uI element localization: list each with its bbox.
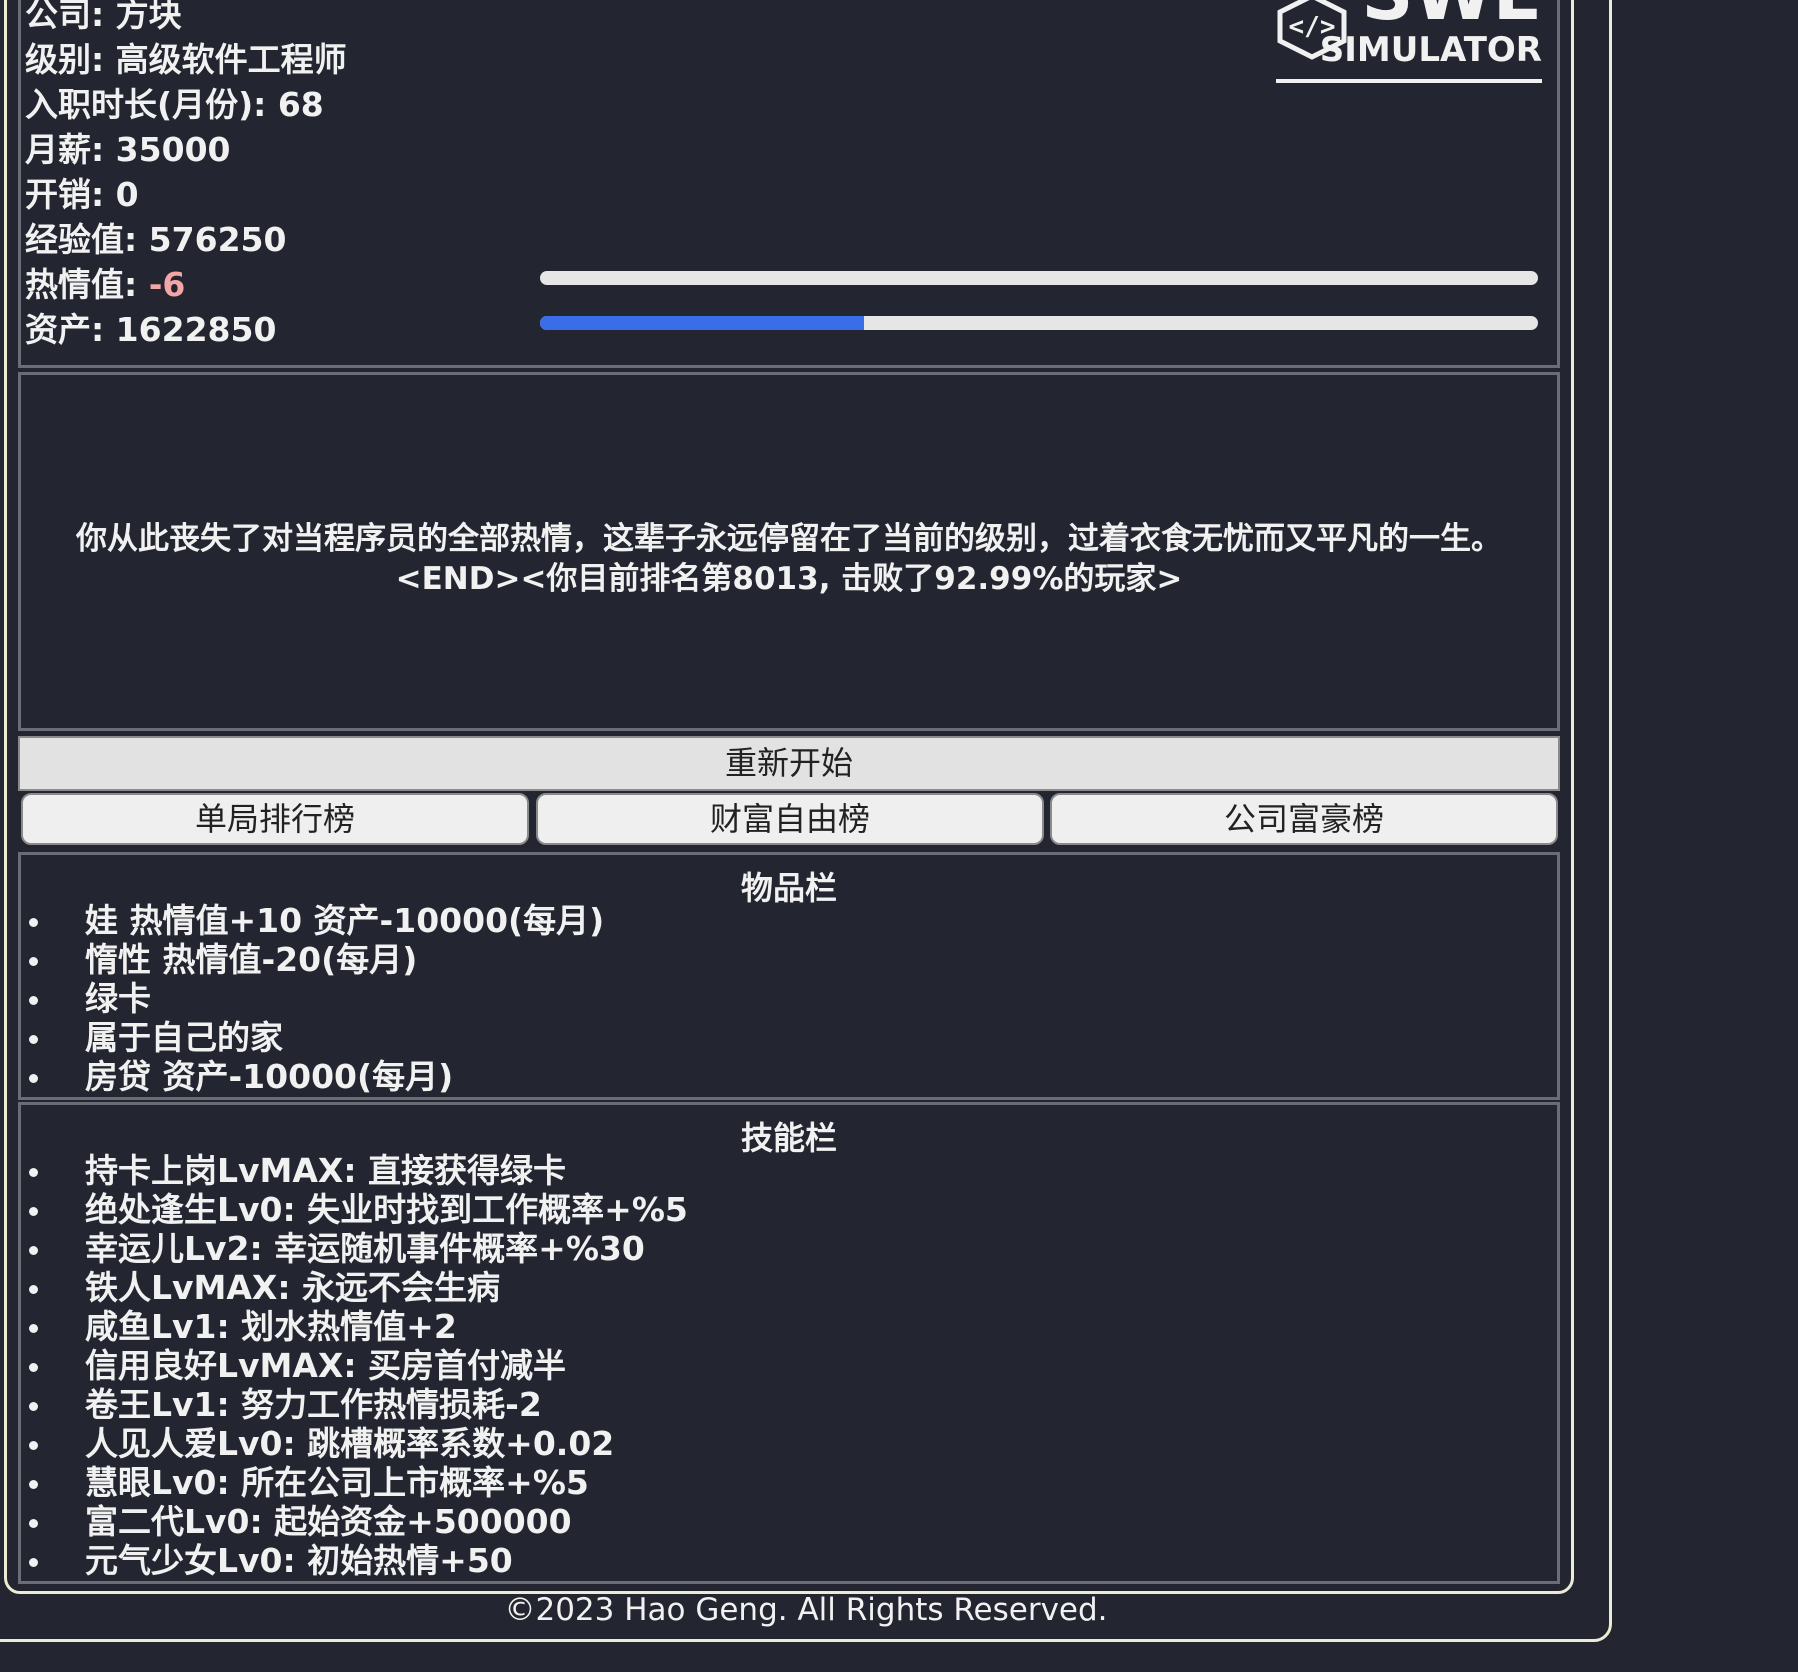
passion-value: -6 <box>148 265 186 304</box>
list-item: 咸鱼Lv1: 划水热情值+2 <box>21 1307 688 1346</box>
restart-button[interactable]: 重新开始 <box>18 736 1560 791</box>
assets-stat: 资产: 1622850 <box>25 310 277 349</box>
skills-panel: 技能栏 持卡上岗LvMAX: 直接获得绿卡 绝处逢生Lv0: 失业时找到工作概率… <box>18 1102 1560 1584</box>
items-list: 娃 热情值+10 资产-10000(每月) 惰性 热情值-20(每月) 绿卡 属… <box>21 901 604 1096</box>
level-stat: 级别: 高级软件工程师 <box>25 40 347 79</box>
list-item: 卷王Lv1: 努力工作热情损耗-2 <box>21 1385 688 1424</box>
list-item: 绿卡 <box>21 979 604 1018</box>
salary-stat: 月薪: 35000 <box>25 130 231 169</box>
list-item: 富二代Lv0: 起始资金+500000 <box>21 1502 688 1541</box>
copyright-footer: ©2023 Hao Geng. All Rights Reserved. <box>504 1592 1108 1628</box>
list-item: 持卡上岗LvMAX: 直接获得绿卡 <box>21 1151 688 1190</box>
list-item: 人见人爱Lv0: 跳槽概率系数+0.02 <box>21 1424 688 1463</box>
assets-bar <box>540 316 1538 330</box>
skills-list: 持卡上岗LvMAX: 直接获得绿卡 绝处逢生Lv0: 失业时找到工作概率+%5 … <box>21 1151 688 1580</box>
expense-stat: 开销: 0 <box>25 175 139 214</box>
passion-label: 热情值: <box>25 265 149 304</box>
list-item: 元气少女Lv0: 初始热情+50 <box>21 1541 688 1580</box>
list-item: 娃 热情值+10 资产-10000(每月) <box>21 901 604 940</box>
list-item: 惰性 热情值-20(每月) <box>21 940 604 979</box>
passion-bar <box>540 271 1538 285</box>
list-item: 绝处逢生Lv0: 失业时找到工作概率+%5 <box>21 1190 688 1229</box>
swe-simulator-logo: </> SWE SIMULATOR <box>1276 0 1542 83</box>
wealth-rank-button[interactable]: 财富自由榜 <box>536 793 1044 845</box>
tenure-stat: 入职时长(月份): 68 <box>25 85 324 124</box>
company-stat: 公司: 方块 <box>25 0 182 34</box>
message-panel: 你从此丧失了对当程序员的全部热情，这辈子永远停留在了当前的级别，过着衣食无忧而又… <box>18 372 1560 731</box>
end-message: 你从此丧失了对当程序员的全部热情，这辈子永远停留在了当前的级别，过着衣食无忧而又… <box>76 521 1502 557</box>
single-rank-button[interactable]: 单局排行榜 <box>21 793 529 845</box>
list-item: 铁人LvMAX: 永远不会生病 <box>21 1268 688 1307</box>
stats-panel: 公司: 方块 级别: 高级软件工程师 入职时长(月份): 68 月薪: 3500… <box>18 0 1560 368</box>
list-item: 慧眼Lv0: 所在公司上市概率+%5 <box>21 1463 688 1502</box>
ranking-message: <END><你目前排名第8013, 击败了92.99%的玩家> <box>395 561 1183 597</box>
list-item: 房贷 资产-10000(每月) <box>21 1057 604 1096</box>
list-item: 属于自己的家 <box>21 1018 604 1057</box>
items-panel: 物品栏 娃 热情值+10 资产-10000(每月) 惰性 热情值-20(每月) … <box>18 852 1560 1100</box>
logo-subtitle: SIMULATOR <box>1320 30 1542 70</box>
assets-bar-fill <box>540 316 865 330</box>
logo-underline <box>1276 79 1542 83</box>
list-item: 幸运儿Lv2: 幸运随机事件概率+%30 <box>21 1229 688 1268</box>
experience-stat: 经验值: 576250 <box>25 220 287 259</box>
company-rank-button[interactable]: 公司富豪榜 <box>1050 793 1558 845</box>
passion-stat: 热情值: -6 <box>25 263 185 307</box>
list-item: 信用良好LvMAX: 买房首付减半 <box>21 1346 688 1385</box>
